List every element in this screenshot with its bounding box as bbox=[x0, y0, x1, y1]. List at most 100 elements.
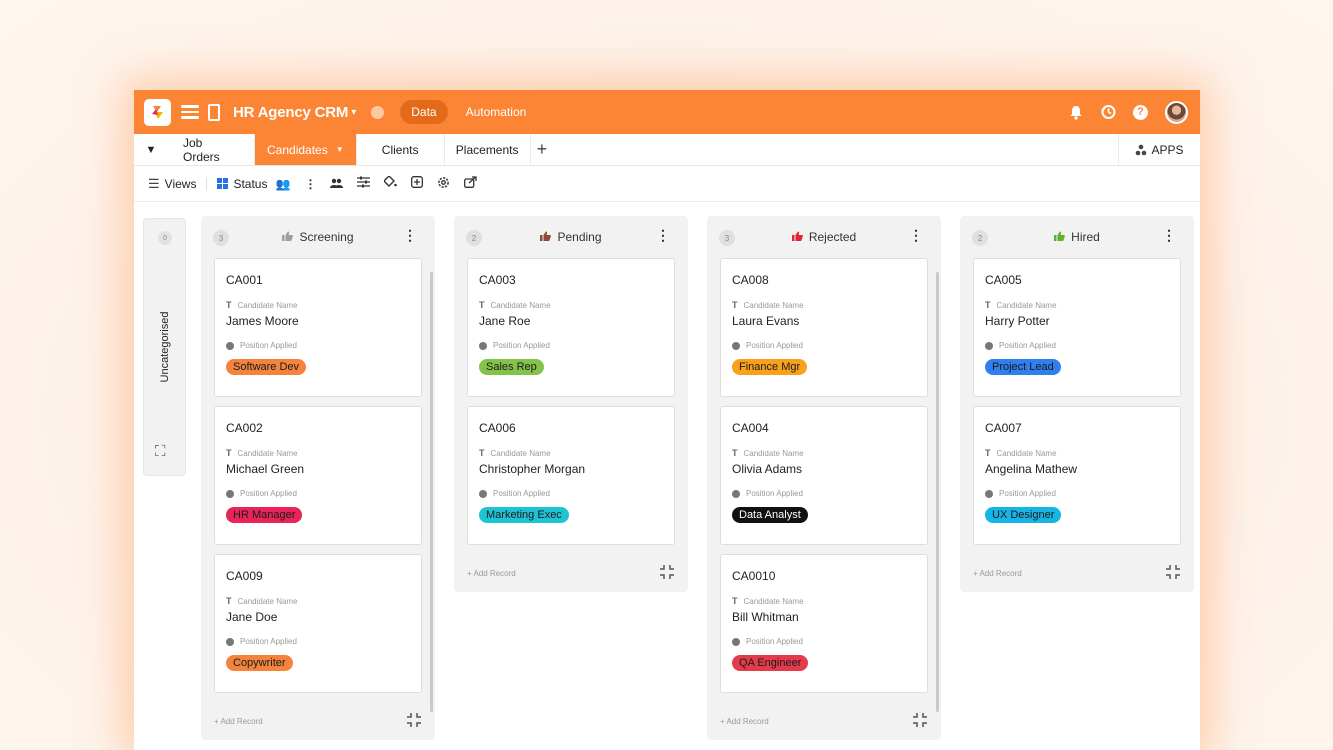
column-count: 3 bbox=[719, 230, 735, 246]
select-field-icon bbox=[226, 341, 234, 350]
field-label: T Candidate Name bbox=[732, 596, 917, 606]
position-badge: Software Dev bbox=[226, 359, 307, 375]
scrollbar[interactable] bbox=[430, 272, 433, 712]
record-id: CA004 bbox=[732, 421, 769, 435]
people-icon[interactable]: 👥 bbox=[275, 177, 290, 191]
add-record-button[interactable]: + Add Record bbox=[214, 717, 263, 726]
column-title[interactable]: Pending bbox=[540, 230, 602, 244]
record-id: CA0010 bbox=[732, 569, 776, 583]
thumbs-icon bbox=[282, 231, 294, 244]
record-card[interactable]: CA006 T Candidate Name Christopher Morgan Po… bbox=[467, 406, 675, 545]
add-record-button[interactable]: + Add Record bbox=[720, 717, 769, 726]
candidate-name: Olivia Adams bbox=[732, 462, 803, 476]
field-label-text: Position Applied bbox=[999, 341, 1056, 350]
collapse-icon[interactable] bbox=[659, 564, 675, 584]
apps-icon bbox=[1136, 144, 1147, 155]
candidate-name: Laura Evans bbox=[732, 314, 800, 328]
record-card[interactable]: CA0010 T Candidate Name Bill Whitman Positio… bbox=[720, 554, 928, 693]
caret-down-icon[interactable]: ▼ bbox=[336, 145, 344, 154]
collapse-icon[interactable] bbox=[1165, 564, 1181, 584]
position-badge: Finance Mgr bbox=[732, 359, 808, 375]
tab-automation[interactable]: Automation bbox=[466, 105, 527, 119]
column-count: 2 bbox=[466, 230, 482, 246]
collapse-icon[interactable] bbox=[406, 712, 422, 732]
share-icon[interactable] bbox=[464, 176, 478, 191]
record-card[interactable]: CA005 T Candidate Name Harry Potter Position… bbox=[973, 258, 1181, 397]
column-0: 3 Screening ⋮ CA001 T Candidate Name James Moo… bbox=[201, 216, 435, 740]
field-label-text: Candidate Name bbox=[743, 596, 804, 606]
record-card[interactable]: CA008 T Candidate Name Laura Evans Position … bbox=[720, 258, 928, 397]
chevron-down-icon[interactable]: ▼ bbox=[134, 134, 168, 165]
record-card[interactable]: CA003 T Candidate Name Jane Roe Position App… bbox=[467, 258, 675, 397]
filter-sliders-icon[interactable] bbox=[357, 176, 371, 191]
field-label: Position Applied bbox=[985, 489, 1170, 498]
field-label: T Candidate Name bbox=[226, 300, 411, 310]
collapse-icon[interactable] bbox=[912, 712, 928, 732]
column-footer: + Add Record bbox=[454, 554, 688, 592]
select-field-icon bbox=[226, 489, 234, 498]
record-card[interactable]: CA004 T Candidate Name Olivia Adams Position… bbox=[720, 406, 928, 545]
app-logo[interactable] bbox=[144, 98, 171, 126]
tab-job-orders[interactable]: Job Orders bbox=[168, 134, 255, 165]
help-icon[interactable]: ? bbox=[1133, 104, 1148, 120]
menu-icon[interactable] bbox=[181, 105, 199, 119]
field-label-text: Position Applied bbox=[240, 637, 297, 646]
bell-icon[interactable] bbox=[1069, 105, 1083, 120]
expand-icon[interactable]: ⛶ bbox=[155, 443, 166, 460]
record-card[interactable]: CA001 T Candidate Name James Moore Position … bbox=[214, 258, 422, 397]
field-label: T Candidate Name bbox=[732, 448, 917, 458]
avatar[interactable] bbox=[1165, 100, 1188, 124]
position-badge: Sales Rep bbox=[479, 359, 544, 375]
status-view-button[interactable]: Status bbox=[217, 177, 267, 191]
add-record-button[interactable]: + Add Record bbox=[973, 569, 1022, 578]
tab-candidates[interactable]: Candidates ▼ bbox=[255, 134, 357, 165]
insert-icon[interactable] bbox=[411, 176, 424, 191]
position-badge: UX Designer bbox=[985, 507, 1062, 523]
tab-data[interactable]: Data bbox=[400, 100, 448, 124]
thumbs-icon bbox=[791, 231, 803, 244]
apps-button[interactable]: APPS bbox=[1118, 134, 1200, 165]
more-vertical-icon[interactable]: ⋮ bbox=[403, 228, 417, 242]
text-field-icon: T bbox=[226, 596, 232, 606]
column-footer: + Add Record bbox=[201, 702, 435, 740]
views-button[interactable]: ☰ Views bbox=[148, 176, 196, 192]
text-field-icon: T bbox=[479, 448, 485, 458]
more-vertical-icon[interactable]: ⋮ bbox=[1162, 228, 1176, 242]
document-icon[interactable] bbox=[208, 103, 220, 121]
select-field-icon bbox=[732, 341, 740, 350]
column-title-label: Hired bbox=[1071, 230, 1100, 244]
column-1: 2 Pending ⋮ CA003 T Candidate Name Jane Roe Pos… bbox=[454, 216, 688, 592]
app-title[interactable]: HR Agency CRM bbox=[233, 104, 348, 121]
more-vertical-icon[interactable]: ⋮ bbox=[656, 228, 670, 242]
candidate-name: Jane Roe bbox=[479, 314, 531, 328]
more-vertical-icon[interactable]: ⋮ bbox=[909, 228, 923, 242]
column-title[interactable]: Rejected bbox=[791, 230, 856, 244]
history-icon[interactable] bbox=[1100, 104, 1116, 120]
field-label: Position Applied bbox=[732, 489, 917, 498]
tab-clients[interactable]: Clients bbox=[357, 134, 445, 165]
text-field-icon: T bbox=[226, 448, 232, 458]
chevron-down-icon[interactable]: ▾ bbox=[351, 107, 356, 118]
uncategorised-count: 0 bbox=[158, 231, 172, 245]
uncategorised-column[interactable]: 0 Uncategorised ⛶ bbox=[143, 218, 186, 476]
column-title[interactable]: Screening bbox=[282, 230, 354, 244]
record-card[interactable]: CA009 T Candidate Name Jane Doe Position App… bbox=[214, 554, 422, 693]
more-vertical-icon[interactable]: ⋮ bbox=[304, 177, 316, 191]
position-badge: Marketing Exec bbox=[479, 507, 569, 523]
settings-icon[interactable] bbox=[437, 176, 450, 192]
paint-bucket-icon[interactable] bbox=[383, 175, 398, 191]
column-title-label: Screening bbox=[299, 230, 354, 244]
record-card[interactable]: CA002 T Candidate Name Michael Green Positio… bbox=[214, 406, 422, 545]
field-label: Position Applied bbox=[732, 341, 917, 350]
column-header: 3 Rejected ⋮ bbox=[707, 216, 941, 258]
column-title[interactable]: Hired bbox=[1054, 230, 1100, 244]
scrollbar[interactable] bbox=[936, 272, 939, 712]
record-card[interactable]: CA007 T Candidate Name Angelina Mathew Posit… bbox=[973, 406, 1181, 545]
add-table-icon[interactable]: + bbox=[531, 134, 554, 165]
logo-icon bbox=[151, 106, 163, 119]
add-record-button[interactable]: + Add Record bbox=[467, 569, 516, 578]
group-icon[interactable] bbox=[330, 177, 344, 191]
tab-placements[interactable]: Placements bbox=[445, 134, 531, 165]
column-title-label: Pending bbox=[557, 230, 602, 244]
column-count: 2 bbox=[972, 230, 988, 246]
